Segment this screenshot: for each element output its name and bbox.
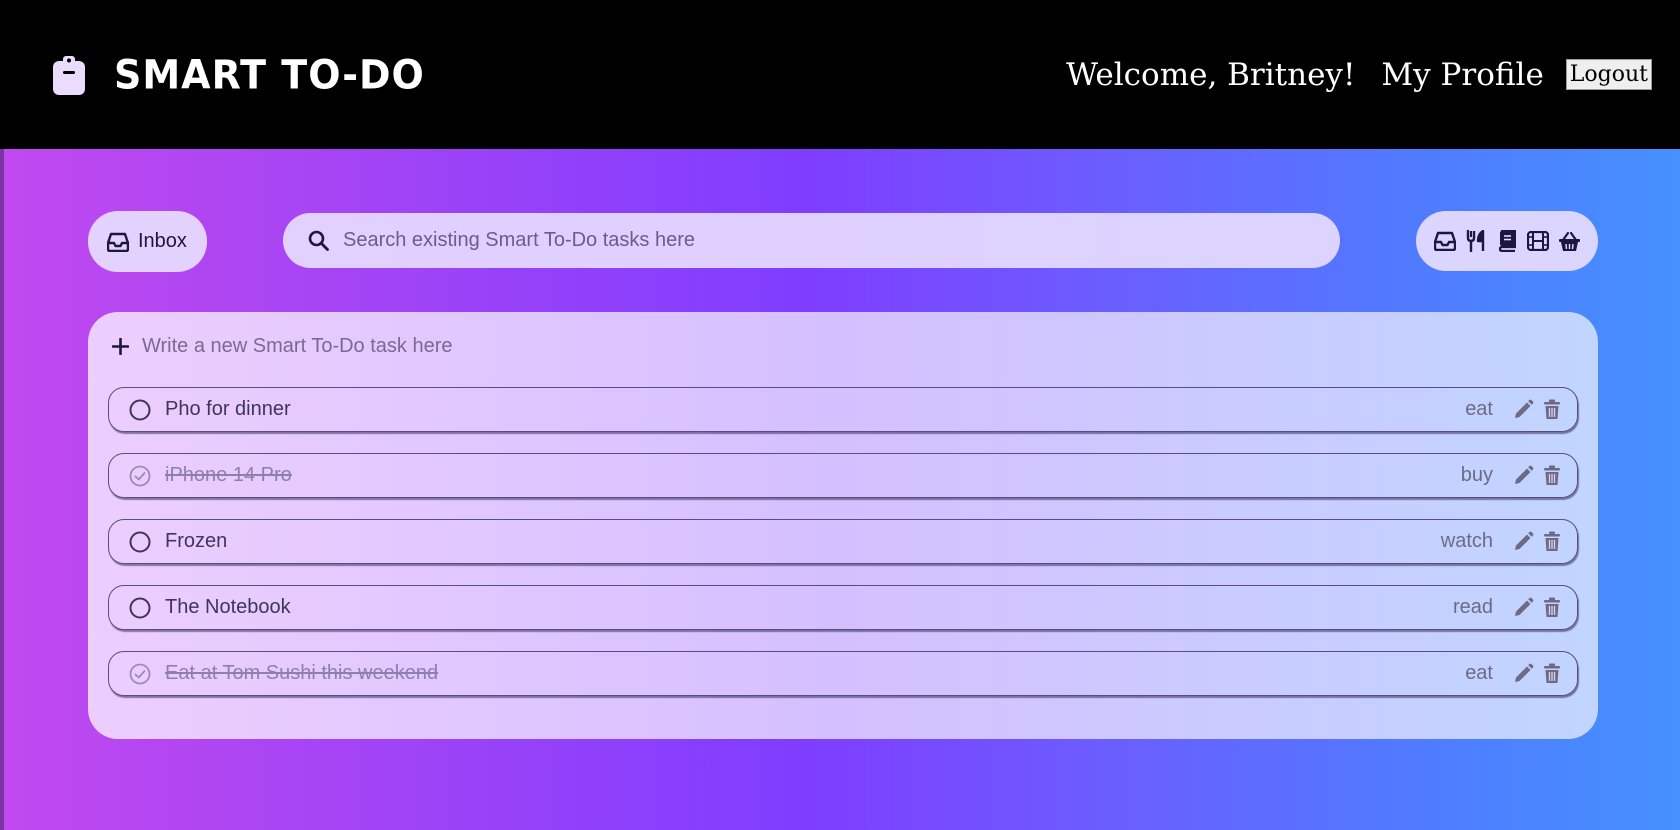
task-row[interactable]: iPhone 14 Pro buy xyxy=(108,453,1578,498)
brand-title: SMART TO-DO xyxy=(114,51,425,98)
task-panel: Pho for dinner eat iPhone 14 Pro buy Frozen w… xyxy=(88,312,1598,739)
empty-circle-icon[interactable] xyxy=(129,531,151,553)
trash-icon[interactable] xyxy=(1541,663,1563,685)
trash-icon[interactable] xyxy=(1541,531,1563,553)
task-category: watch xyxy=(1440,530,1493,552)
empty-circle-icon[interactable] xyxy=(129,399,151,421)
task-title: Eat at Tom Sushi this weekend xyxy=(165,662,439,684)
new-task-input[interactable] xyxy=(142,335,942,358)
user-nav: Welcome, Britney! My Profile Logout xyxy=(1066,57,1652,93)
trash-icon[interactable] xyxy=(1541,597,1563,619)
inbox-icon[interactable] xyxy=(1434,230,1457,253)
film-icon[interactable] xyxy=(1527,230,1550,253)
plus-icon[interactable] xyxy=(112,338,129,355)
trash-icon[interactable] xyxy=(1541,465,1563,487)
task-title: Frozen xyxy=(165,530,228,552)
search-icon xyxy=(308,230,329,251)
trash-icon[interactable] xyxy=(1541,399,1563,421)
task-row[interactable]: Eat at Tom Sushi this weekend eat xyxy=(108,651,1578,696)
task-title: iPhone 14 Pro xyxy=(165,464,292,486)
top-navbar: SMART TO-DO Welcome, Britney! My Profile… xyxy=(0,0,1680,149)
task-category: eat xyxy=(1465,662,1493,684)
task-row[interactable]: Pho for dinner eat xyxy=(108,387,1578,432)
pencil-icon[interactable] xyxy=(1512,597,1534,619)
task-category: buy xyxy=(1460,464,1493,486)
basket-icon[interactable] xyxy=(1558,230,1581,253)
utensils-icon[interactable] xyxy=(1465,230,1488,253)
pencil-icon[interactable] xyxy=(1512,399,1534,421)
inbox-icon xyxy=(107,232,129,252)
task-title: Pho for dinner xyxy=(165,398,291,420)
task-row[interactable]: The Notebook read xyxy=(108,585,1578,630)
inbox-label: Inbox xyxy=(138,230,187,252)
clipboard-icon xyxy=(52,54,86,96)
check-circle-icon[interactable] xyxy=(129,465,151,487)
task-title: The Notebook xyxy=(165,596,291,618)
new-task-row xyxy=(112,335,942,358)
task-row[interactable]: Frozen watch xyxy=(108,519,1578,564)
logout-button[interactable]: Logout xyxy=(1565,59,1652,90)
book-icon[interactable] xyxy=(1496,230,1519,253)
task-category: eat xyxy=(1465,398,1493,420)
brand[interactable]: SMART TO-DO xyxy=(52,51,425,98)
empty-circle-icon[interactable] xyxy=(129,597,151,619)
search-bar xyxy=(283,213,1340,268)
pencil-icon[interactable] xyxy=(1512,663,1534,685)
left-edge-strip xyxy=(0,149,4,830)
category-filters xyxy=(1416,211,1598,271)
check-circle-icon[interactable] xyxy=(129,663,151,685)
pencil-icon[interactable] xyxy=(1512,531,1534,553)
my-profile-link[interactable]: My Profile xyxy=(1381,57,1543,93)
search-input[interactable] xyxy=(343,229,1303,252)
welcome-text: Welcome, Britney! xyxy=(1066,56,1356,93)
task-category: read xyxy=(1452,596,1493,618)
inbox-button[interactable]: Inbox xyxy=(88,211,207,272)
pencil-icon[interactable] xyxy=(1512,465,1534,487)
